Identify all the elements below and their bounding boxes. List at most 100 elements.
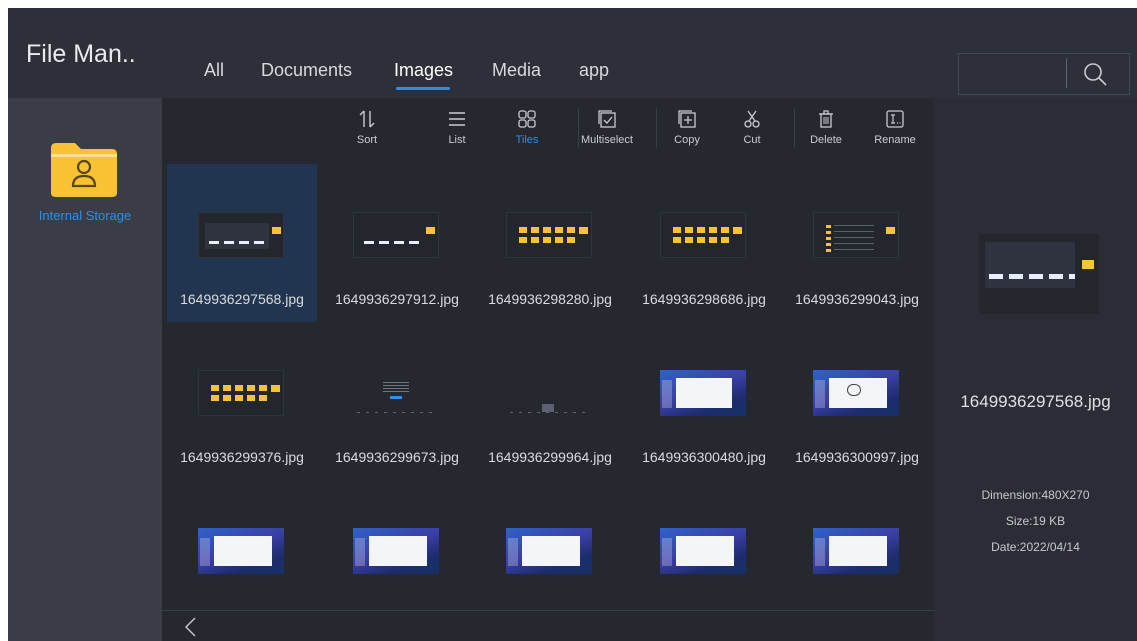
file-thumbnail <box>660 528 746 574</box>
thumb-list-rows <box>834 225 874 253</box>
thumb-dialog <box>369 536 427 566</box>
thumb-folders <box>211 385 267 391</box>
tab-app[interactable]: app <box>579 60 609 81</box>
file-tile[interactable]: 1649936298686.jpg <box>629 164 779 322</box>
list-view-button[interactable]: List <box>422 108 492 146</box>
tiles-label: Tiles <box>515 134 539 146</box>
multiselect-icon <box>598 110 616 128</box>
detail-file-name: 1649936297568.jpg <box>960 392 1111 411</box>
sort-button[interactable]: Sort <box>332 108 402 146</box>
file-tile[interactable] <box>629 480 779 638</box>
tiles-view-button[interactable]: Tiles <box>492 108 562 146</box>
file-tile[interactable] <box>782 480 932 638</box>
thumb-list-folders <box>826 225 831 253</box>
preview-icons <box>989 274 1075 279</box>
sidebar: Internal Storage <box>8 98 162 641</box>
back-arrow-icon[interactable] <box>182 616 198 638</box>
file-thumbnail <box>813 370 899 416</box>
multiselect-label: Multiselect <box>581 134 633 146</box>
tab-documents[interactable]: Documents <box>261 60 352 81</box>
header: File Man.. All Documents Images Media ap… <box>8 8 1137 98</box>
rename-button[interactable]: Rename <box>860 108 930 146</box>
file-tile[interactable]: 1649936299673.jpg <box>322 322 472 480</box>
thumb-device <box>542 404 554 412</box>
preview-image <box>979 234 1099 314</box>
thumb-grid <box>205 223 269 249</box>
file-name: 1649936299043.jpg <box>795 291 919 307</box>
file-name: 1649936297912.jpg <box>335 291 459 307</box>
file-name: 1649936299673.jpg <box>335 449 459 465</box>
file-tile[interactable]: 1649936297912.jpg <box>322 164 472 322</box>
file-name: 1649936298280.jpg <box>488 291 612 307</box>
internal-storage-label[interactable]: Internal Storage <box>26 208 144 223</box>
multiselect-button[interactable]: Multiselect <box>572 108 642 146</box>
file-thumbnail <box>353 212 439 258</box>
search-icon[interactable] <box>1082 61 1108 87</box>
file-thumbnail <box>353 528 439 574</box>
thumb-folder-icon <box>579 227 588 234</box>
file-tile[interactable] <box>167 480 317 638</box>
file-name: 1649936297568.jpg <box>180 291 304 307</box>
file-tile[interactable]: 1649936299043.jpg <box>782 164 932 322</box>
file-tile[interactable] <box>475 480 625 638</box>
file-name: 1649936300480.jpg <box>642 449 766 465</box>
thumb-dialog <box>676 536 734 566</box>
sort-icon <box>359 110 375 128</box>
tab-all[interactable]: All <box>204 60 224 81</box>
cut-label: Cut <box>743 134 761 146</box>
thumb-icons <box>209 241 269 244</box>
thumb-sidebar <box>355 538 365 566</box>
copy-label: Copy <box>674 134 700 146</box>
bottom-divider <box>162 610 934 611</box>
thumb-dialog <box>829 536 887 566</box>
file-tile[interactable]: 1649936299964.jpg <box>475 322 625 480</box>
thumb-footer <box>357 412 435 413</box>
thumb-folders <box>519 237 575 243</box>
thumb-footer <box>510 412 588 413</box>
thumb-sidebar <box>508 538 518 566</box>
thumb-folder-icon <box>426 227 435 234</box>
tiles-icon <box>518 110 536 128</box>
file-thumbnail <box>198 528 284 574</box>
thumb-folders <box>673 237 729 243</box>
file-thumbnail <box>660 370 746 416</box>
cut-button[interactable]: Cut <box>717 108 787 146</box>
cut-icon <box>744 110 760 128</box>
file-thumbnail <box>353 370 439 416</box>
thumb-diagram <box>847 384 861 396</box>
copy-icon <box>678 110 696 128</box>
thumb-sidebar <box>815 380 825 408</box>
thumb-dialog <box>214 536 272 566</box>
preview-folder-icon <box>1082 260 1094 269</box>
file-tile[interactable]: 1649936298280.jpg <box>475 164 625 322</box>
file-thumbnail <box>506 212 592 258</box>
thumb-folder-icon <box>733 227 742 234</box>
thumb-sidebar <box>200 538 210 566</box>
file-name: 1649936299964.jpg <box>488 449 612 465</box>
tab-images[interactable]: Images <box>394 60 453 81</box>
details-panel: 1649936297568.jpg Dimension:480X270 Size… <box>934 98 1137 641</box>
search-divider <box>1066 58 1067 88</box>
file-tile[interactable]: 1649936300997.jpg <box>782 322 932 480</box>
thumb-sidebar <box>662 380 672 408</box>
tab-media[interactable]: Media <box>492 60 541 81</box>
file-thumbnail <box>198 370 284 416</box>
delete-button[interactable]: Delete <box>791 108 861 146</box>
file-thumbnail <box>660 212 746 258</box>
thumb-folder-icon <box>886 227 895 234</box>
file-thumbnail <box>813 212 899 258</box>
copy-button[interactable]: Copy <box>652 108 722 146</box>
internal-storage-folder-icon[interactable] <box>49 140 119 198</box>
file-name: 1649936300997.jpg <box>795 449 919 465</box>
thumb-folders <box>211 395 267 401</box>
thumb-sidebar <box>662 538 672 566</box>
file-tile[interactable]: 1649936297568.jpg <box>167 164 317 322</box>
file-tile[interactable]: 1649936299376.jpg <box>167 322 317 480</box>
rename-label: Rename <box>874 134 916 146</box>
file-tile[interactable]: 1649936300480.jpg <box>629 322 779 480</box>
file-tile[interactable] <box>322 480 472 638</box>
preview-grid <box>985 242 1075 288</box>
file-thumbnail <box>198 212 284 258</box>
thumb-button <box>390 396 402 399</box>
detail-size: Size:19 KB <box>1005 514 1066 528</box>
